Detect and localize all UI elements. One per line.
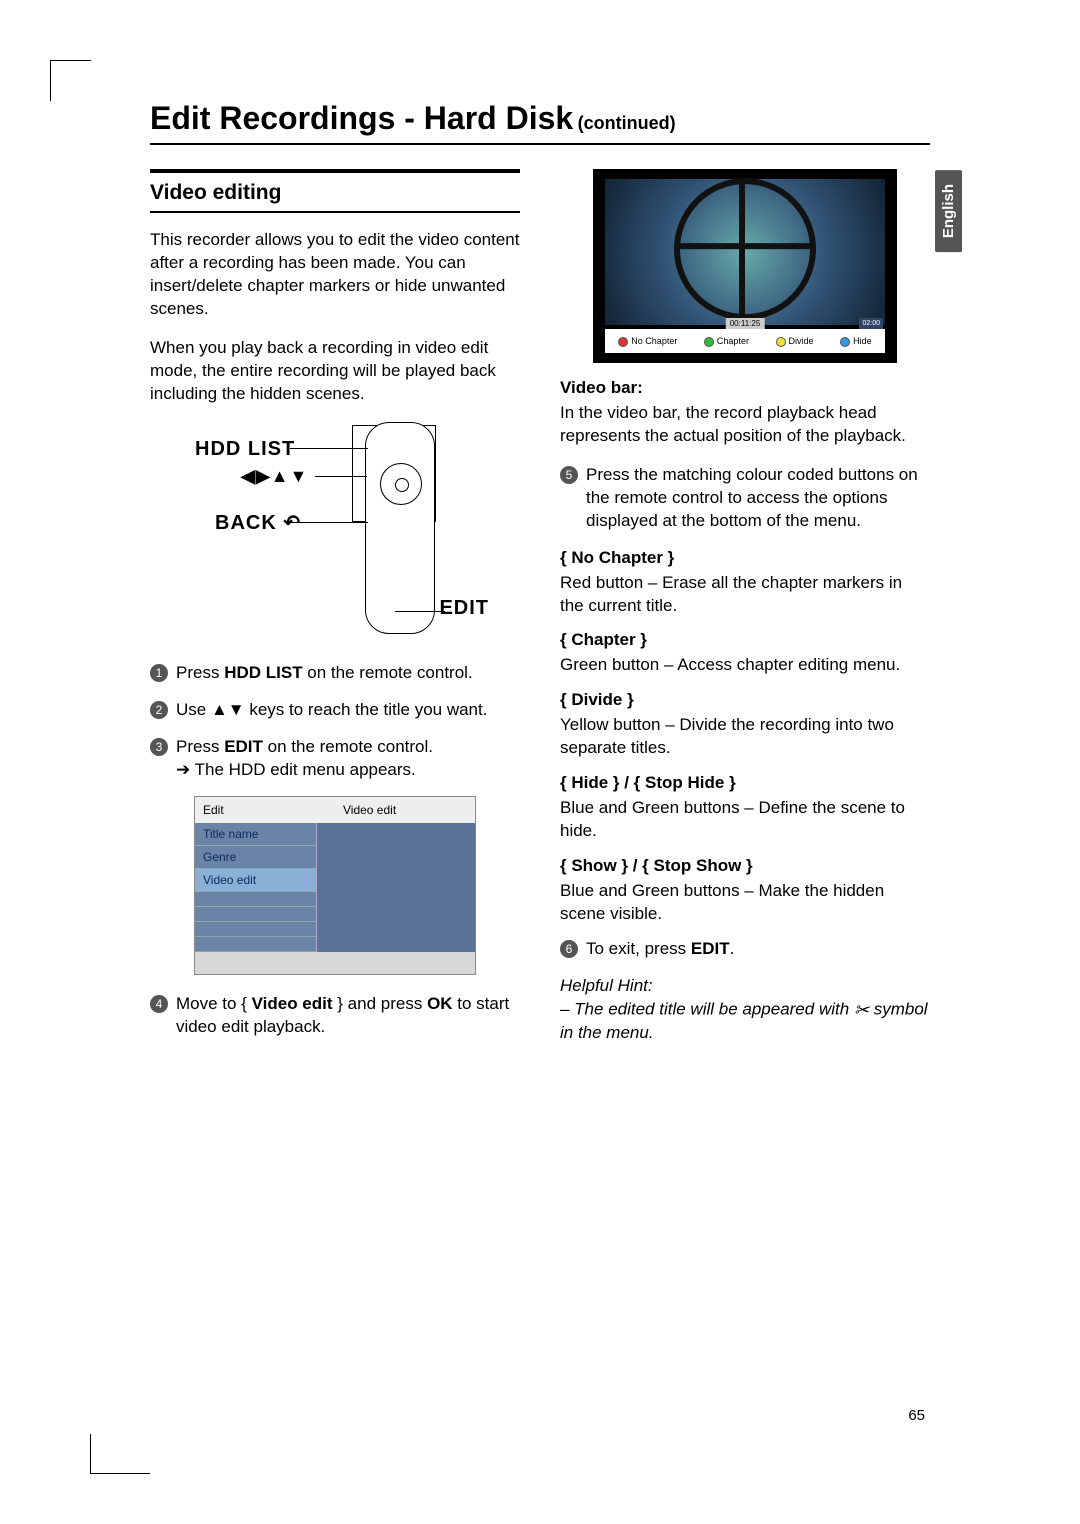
green-dot-icon — [704, 337, 714, 347]
option-divide: { Divide } Yellow button – Divide the re… — [560, 689, 930, 760]
video-bar-divide: Divide — [789, 336, 814, 346]
step-1: 1 Press HDD LIST on the remote control. — [150, 662, 520, 685]
step-4-text-c: } and press — [333, 994, 428, 1013]
video-edit-screenshot: ▽ 00:11:25 02:00 No Chapter Chapter Divi… — [593, 169, 897, 363]
scissor-icon: ✂ — [854, 1000, 869, 1020]
menu-item-genre: Genre — [195, 846, 316, 869]
option-chapter: { Chapter } Green button – Access chapte… — [560, 629, 930, 677]
step-1-bold: HDD LIST — [224, 663, 302, 682]
step-6-text-c: . — [730, 939, 735, 958]
step-3-text-a: Press — [176, 737, 224, 756]
remote-label-edit: EDIT — [439, 595, 489, 622]
step-3-text-c: on the remote control. — [263, 737, 433, 756]
menu-item-title-name: Title name — [195, 823, 316, 846]
option-no-chapter-body: Red button – Erase all the chapter marke… — [560, 572, 930, 618]
step-1-text-c: on the remote control. — [303, 663, 473, 682]
option-show: { Show } / { Stop Show } Blue and Green … — [560, 855, 930, 926]
video-bar-body: In the video bar, the record playback he… — [560, 402, 930, 448]
step-3-sub: ➔ The HDD edit menu appears. — [176, 759, 433, 782]
option-chapter-body: Green button – Access chapter editing me… — [560, 654, 930, 677]
video-bar-options: No Chapter Chapter Divide Hide — [605, 329, 885, 353]
step-number-6: 6 — [560, 940, 578, 958]
intro-paragraph-1: This recorder allows you to edit the vid… — [150, 229, 520, 321]
crop-mark-tl — [50, 60, 91, 101]
language-tab: English — [935, 170, 962, 252]
option-no-chapter: { No Chapter } Red button – Erase all th… — [560, 547, 930, 618]
step-4-text-a: Move to { — [176, 994, 252, 1013]
option-hide: { Hide } / { Stop Hide } Blue and Green … — [560, 772, 930, 843]
video-bar-chapter: Chapter — [717, 336, 749, 346]
remote-label-back: BACK ↶ — [215, 510, 301, 537]
step-number-3: 3 — [150, 738, 168, 756]
timecode-end: 02:00 — [859, 318, 883, 329]
page-title-block: Edit Recordings - Hard Disk (continued) — [150, 100, 930, 145]
step-6: 6 To exit, press EDIT. — [560, 938, 930, 961]
hint-body-a: – The edited title will be appeared with — [560, 999, 854, 1018]
page-title: Edit Recordings - Hard Disk — [150, 100, 573, 136]
option-divide-body: Yellow button – Divide the recording int… — [560, 714, 930, 760]
page-number: 65 — [908, 1407, 925, 1424]
crop-mark-bl-h — [90, 1473, 150, 1474]
section-heading: Video editing — [150, 169, 520, 213]
step-number-1: 1 — [150, 664, 168, 682]
step-3: 3 Press EDIT on the remote control. ➔ Th… — [150, 736, 520, 782]
helpful-hint: Helpful Hint: – The edited title will be… — [560, 975, 930, 1045]
option-no-chapter-title: { No Chapter } — [560, 547, 930, 570]
option-hide-title: { Hide } / { Stop Hide } — [560, 772, 930, 795]
option-show-body: Blue and Green buttons – Make the hidden… — [560, 880, 930, 926]
step-2: 2 Use ▲▼ keys to reach the title you wan… — [150, 699, 520, 722]
step-4-bold-1: Video edit — [252, 994, 333, 1013]
edit-menu-screenshot: Edit Video edit Title name Genre Video e… — [194, 796, 476, 976]
option-hide-body: Blue and Green buttons – Define the scen… — [560, 797, 930, 843]
video-bar-hide: Hide — [853, 336, 872, 346]
step-5-text: Press the matching colour coded buttons … — [586, 464, 930, 533]
menu-header-left: Edit — [195, 797, 335, 823]
menu-item-video-edit: Video edit — [195, 869, 316, 892]
crop-mark-bl-v — [90, 1434, 91, 1474]
blue-dot-icon — [840, 337, 850, 347]
step-4: 4 Move to { Video edit } and press OK to… — [150, 993, 520, 1039]
remote-label-arrows: ◀▶▲▼ — [241, 464, 308, 488]
step-3-bold: EDIT — [224, 737, 263, 756]
step-number-2: 2 — [150, 701, 168, 719]
step-number-5: 5 — [560, 466, 578, 484]
hint-heading: Helpful Hint: — [560, 975, 930, 998]
option-chapter-title: { Chapter } — [560, 629, 930, 652]
remote-label-hdd-list: HDD LIST — [195, 436, 295, 463]
option-divide-title: { Divide } — [560, 689, 930, 712]
intro-paragraph-2: When you play back a recording in video … — [150, 337, 520, 406]
menu-header-right: Video edit — [335, 797, 475, 823]
right-column: ▽ 00:11:25 02:00 No Chapter Chapter Divi… — [560, 169, 930, 1053]
step-6-bold: EDIT — [691, 939, 730, 958]
remote-diagram: HDD LIST ◀▶▲▼ BACK ↶ EDIT — [195, 422, 475, 642]
step-number-4: 4 — [150, 995, 168, 1013]
step-6-text-a: To exit, press — [586, 939, 691, 958]
video-bar-nochapter: No Chapter — [631, 336, 677, 346]
step-2-text: Use ▲▼ keys to reach the title you want. — [176, 699, 487, 722]
step-1-text-a: Press — [176, 663, 224, 682]
step-4-bold-2: OK — [427, 994, 453, 1013]
left-column: Video editing This recorder allows you t… — [150, 169, 520, 1053]
red-dot-icon — [618, 337, 628, 347]
video-bar-heading: Video bar: — [560, 377, 930, 400]
option-show-title: { Show } / { Stop Show } — [560, 855, 930, 878]
step-5: 5 Press the matching colour coded button… — [560, 464, 930, 533]
page-title-continued: (continued) — [578, 113, 676, 133]
yellow-dot-icon — [776, 337, 786, 347]
page-content: Edit Recordings - Hard Disk (continued) … — [150, 100, 930, 1053]
